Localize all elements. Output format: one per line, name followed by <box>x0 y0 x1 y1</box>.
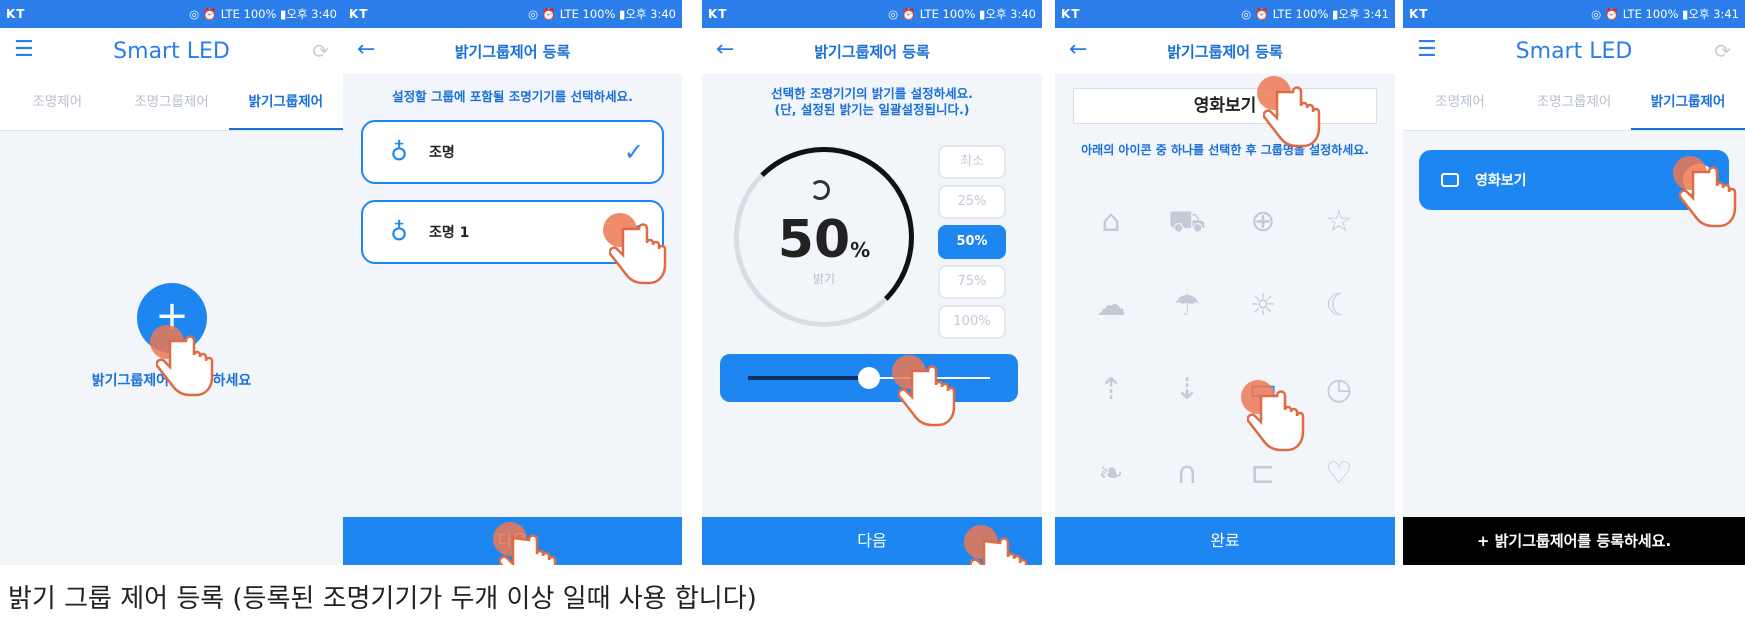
device-name: 조명 1 <box>429 225 470 241</box>
cart-icon[interactable]: ⛟ <box>1149 180 1225 264</box>
caption: 밝기 그룹 제어 등록 (등록된 조명기기가 두개 이상 일때 사용 합니다) <box>8 584 757 614</box>
screen-set-name-icon: KT ◎ ⏰ LTE 100% ▮오후 3:41 ← 밝기그룹제어 등록 영화보… <box>1055 0 1395 565</box>
carrier-label: KT <box>1061 7 1081 21</box>
tab-bar: 조명제어 조명그룹제어 밝기그룹제어 <box>1403 74 1745 131</box>
lifebuoy-icon[interactable]: ⊕ <box>1225 180 1301 264</box>
screen-group-list: KT ◎ ⏰ LTE 100% ▮오후 3:41 ☰ Smart LED ⟳ 조… <box>1403 0 1745 565</box>
app-header: ☰ Smart LED ⟳ <box>0 28 343 74</box>
level-button-75[interactable]: 75% <box>938 265 1006 299</box>
page-title: 밝기그룹제어 등록 <box>1167 42 1283 61</box>
back-arrow-icon[interactable]: ← <box>716 38 734 62</box>
tap-hand-icon <box>493 522 563 565</box>
star-icon[interactable]: ☆ <box>1301 180 1377 264</box>
sunrise-icon[interactable]: ⇡ <box>1073 348 1149 432</box>
status-bar: KT ◎ ⏰ LTE 100% ▮오후 3:40 <box>343 0 682 28</box>
app-header: ← 밝기그룹제어 등록 <box>1055 28 1395 74</box>
device-item[interactable]: ♁ 조명 ✓ <box>361 120 664 184</box>
screen-group-list-empty: KT ◎ ⏰ LTE 100% ▮오후 3:40 ☰ Smart LED ⟳ 조… <box>0 0 343 565</box>
instruction-text: 아래의 아이콘 중 하나를 선택한 후 그룹명을 설정하세요. <box>1081 143 1369 157</box>
heart-icon[interactable]: ♡ <box>1301 432 1377 516</box>
screen-select-devices: KT ◎ ⏰ LTE 100% ▮오후 3:40 ← 밝기그룹제어 등록 설정할… <box>343 0 682 565</box>
app-header: ☰ Smart LED ⟳ <box>1403 28 1745 74</box>
status-indicators: ◎ ⏰ LTE 100% ▮오후 3:40 <box>189 7 337 21</box>
tab-light-control[interactable]: 조명제어 <box>0 74 114 130</box>
carrier-label: KT <box>349 7 369 21</box>
bulb-icon: ♁ <box>390 138 408 166</box>
home-icon[interactable]: ⌂ <box>1073 180 1149 264</box>
tab-light-group-control[interactable]: 조명그룹제어 <box>114 74 228 130</box>
cloud-icon[interactable]: ☁ <box>1073 264 1149 348</box>
status-indicators: ◎ ⏰ LTE 100% ▮오후 3:40 <box>888 7 1036 21</box>
tap-hand-icon <box>1241 380 1311 460</box>
icon-grid: ⌂ ⛟ ⊕ ☆ ☁ ☂ ☼ ☾ ⇡ ⇣ ▭ ◷ ❧ ∩ ⊏ ♡ <box>1073 180 1377 516</box>
tab-brightness-group-control[interactable]: 밝기그룹제어 <box>228 74 343 130</box>
brightness-icon <box>810 180 830 200</box>
instruction-text: 선택한 조명기기의 밝기를 설정하세요. (단, 설정된 밝기는 일괄설정됩니다… <box>702 74 1042 118</box>
level-button-100[interactable]: 100% <box>938 305 1006 339</box>
carrier-label: KT <box>708 7 728 21</box>
tab-light-group-control[interactable]: 조명그룹제어 <box>1517 74 1631 130</box>
bulb-icon: ♁ <box>390 218 408 246</box>
brightness-label: 밝기 <box>812 272 836 286</box>
status-bar: KT ◎ ⏰ LTE 100% ▮오후 3:41 <box>1403 0 1745 28</box>
app-title: Smart LED <box>1515 38 1633 64</box>
checkmark-icon: ✓ <box>623 138 644 166</box>
umbrella-icon[interactable]: ☂ <box>1149 264 1225 348</box>
device-name: 조명 <box>429 145 455 161</box>
headphones-icon[interactable]: ∩ <box>1149 432 1225 516</box>
back-arrow-icon[interactable]: ← <box>357 38 375 62</box>
status-indicators: ◎ ⏰ LTE 100% ▮오후 3:41 <box>1241 7 1389 21</box>
carrier-label: KT <box>6 7 26 21</box>
slider-knob[interactable] <box>858 367 880 389</box>
tutorial-stage: KT ◎ ⏰ LTE 100% ▮오후 3:40 ☰ Smart LED ⟳ 조… <box>0 0 1745 622</box>
status-bar: KT ◎ ⏰ LTE 100% ▮오후 3:40 <box>702 0 1042 28</box>
brightness-slider[interactable] <box>720 354 1018 402</box>
tap-hand-icon <box>150 325 220 405</box>
page-title: 밝기그룹제어 등록 <box>814 42 930 61</box>
clock-icon[interactable]: ◷ <box>1301 348 1377 432</box>
instruction-text: 설정할 그룹에 포함될 조명기기를 선택하세요. <box>392 89 633 104</box>
tab-brightness-group-control[interactable]: 밝기그룹제어 <box>1631 74 1745 130</box>
carrier-label: KT <box>1409 7 1429 21</box>
app-header: ← 밝기그룹제어 등록 <box>343 28 682 74</box>
leaf-icon[interactable]: ❧ <box>1073 432 1149 516</box>
done-button[interactable]: 완료 <box>1055 517 1395 565</box>
tap-hand-icon <box>603 213 673 293</box>
tab-bar: 조명제어 조명그룹제어 밝기그룹제어 <box>0 74 343 131</box>
status-bar: KT ◎ ⏰ LTE 100% ▮오후 3:41 <box>1055 0 1395 28</box>
menu-icon[interactable]: ☰ <box>1417 38 1437 62</box>
video-camera-icon <box>1441 173 1459 187</box>
moon-icon[interactable]: ☾ <box>1301 264 1377 348</box>
screen-set-brightness: KT ◎ ⏰ LTE 100% ▮오후 3:40 ← 밝기그룹제어 등록 선택한… <box>702 0 1042 565</box>
group-name-input[interactable]: 영화보기 <box>1073 88 1377 124</box>
menu-icon[interactable]: ☰ <box>14 38 34 62</box>
brightness-number: 50 <box>777 210 851 270</box>
refresh-icon[interactable]: ⟳ <box>1714 39 1731 63</box>
level-button-25[interactable]: 25% <box>938 185 1006 219</box>
tap-hand-icon <box>892 355 962 435</box>
group-name: 영화보기 <box>1475 173 1527 189</box>
instruction-line-1: 선택한 조명기기의 밝기를 설정하세요. <box>771 86 973 101</box>
tap-hand-icon <box>1673 156 1743 236</box>
status-bar: KT ◎ ⏰ LTE 100% ▮오후 3:40 <box>0 0 343 28</box>
refresh-icon[interactable]: ⟳ <box>312 39 329 63</box>
brightness-value: 50% <box>734 210 914 270</box>
brightness-unit: % <box>850 238 871 262</box>
tap-hand-icon <box>964 525 1034 565</box>
tap-hand-icon <box>1257 76 1327 156</box>
app-title: Smart LED <box>113 38 230 64</box>
instruction-line-2: (단, 설정된 밝기는 일괄설정됩니다.) <box>774 102 970 117</box>
sun-icon[interactable]: ☼ <box>1225 264 1301 348</box>
level-button-50[interactable]: 50% <box>938 225 1006 259</box>
tab-light-control[interactable]: 조명제어 <box>1403 74 1517 130</box>
status-indicators: ◎ ⏰ LTE 100% ▮오후 3:41 <box>1591 7 1739 21</box>
sunset-icon[interactable]: ⇣ <box>1149 348 1225 432</box>
add-group-bar[interactable]: + 밝기그룹제어를 등록하세요. <box>1403 517 1745 565</box>
status-indicators: ◎ ⏰ LTE 100% ▮오후 3:40 <box>528 7 676 21</box>
page-title: 밝기그룹제어 등록 <box>454 42 571 61</box>
app-header: ← 밝기그룹제어 등록 <box>702 28 1042 74</box>
back-arrow-icon[interactable]: ← <box>1069 38 1087 62</box>
slider-fill <box>748 376 858 380</box>
level-button-min[interactable]: 최소 <box>938 145 1006 179</box>
